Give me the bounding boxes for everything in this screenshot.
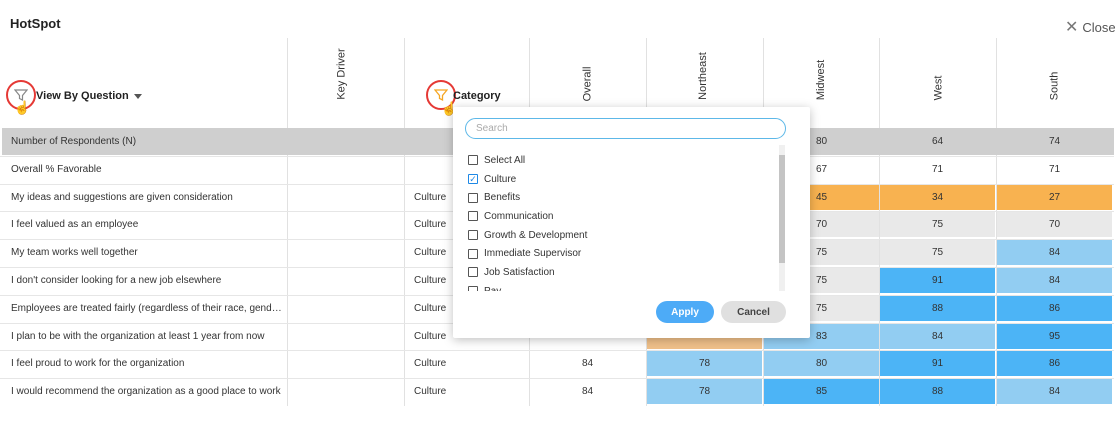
score-cell: 88 [880,379,995,405]
score-cell: 80 [764,351,879,377]
question-cell: Employees are treated fairly (regardless… [11,302,283,314]
option-label: Immediate Supervisor [484,248,582,260]
category-cell: Culture [414,191,447,203]
checkbox[interactable] [468,192,478,203]
close-button[interactable]: ✕ Close [1065,19,1116,36]
column-header-west[interactable]: West [932,76,944,101]
score-cell: 84 [997,379,1112,405]
category-cell: Culture [414,330,447,342]
score-cell: 84 [581,386,594,398]
table-row: I would recommend the organization as a … [2,378,1114,405]
score-cell: 95 [997,323,1112,349]
score-cell: 84 [581,358,594,370]
column-header-midwest[interactable]: Midwest [815,60,827,100]
question-cell: I plan to be with the organization at le… [11,330,265,342]
score-cell: 34 [880,184,995,210]
key-driver-header: Key Driver [335,48,348,100]
score-cell: 85 [764,379,879,405]
score-cell: 70 [997,212,1112,238]
score-cell: 91 [880,351,995,377]
question-cell: Number of Respondents (N) [11,136,137,147]
category-option[interactable]: Pay [468,282,788,291]
category-cell: Culture [414,275,447,286]
cancel-button[interactable]: Cancel [721,301,786,323]
category-option[interactable]: Select All [468,151,788,170]
option-label: Select All [484,154,526,166]
category-option[interactable]: Communication [468,207,788,226]
score-cell: 84 [880,323,995,349]
view-by-question-dropdown[interactable]: View By Question [36,90,142,102]
close-label: Close [1082,20,1116,35]
option-label: Job Satisfaction [484,266,555,278]
score-cell: 71 [1048,163,1061,175]
apply-button[interactable]: Apply [656,301,714,323]
question-cell: My team works well together [11,247,138,259]
checkbox[interactable] [468,230,478,241]
option-label: Growth & Development [484,229,588,241]
question-cell: I don't consider looking for a new job e… [11,275,222,286]
table-row: I feel proud to work for the organizatio… [2,350,1114,377]
category-cell: Culture [414,358,447,370]
score-cell: 27 [997,184,1112,210]
close-icon: ✕ [1065,19,1079,36]
question-cell: I feel proud to work for the organizatio… [11,358,185,370]
option-label: Benefits [484,192,521,204]
score-cell: 91 [880,268,995,293]
column-header-south[interactable]: South [1048,72,1060,101]
category-option[interactable]: Immediate Supervisor [468,244,788,263]
category-option[interactable]: ✓ Culture [468,170,788,189]
score-cell: 84 [997,268,1112,293]
row-divider [0,350,1114,352]
row-divider [0,378,1114,380]
category-option[interactable]: Job Satisfaction [468,263,788,282]
checkbox[interactable]: ✓ [468,173,478,185]
checkbox[interactable] [468,155,478,166]
option-label: Communication [484,210,554,222]
score-cell: 64 [931,136,944,147]
scrollbar[interactable] [779,145,785,291]
question-cell: I would recommend the organization as a … [11,386,281,398]
category-header: Category [453,90,501,102]
scrollbar-thumb[interactable] [779,155,785,263]
category-cell: Culture [414,219,447,231]
score-cell: 86 [997,295,1112,321]
score-cell: 75 [880,212,995,238]
score-cell: 88 [880,295,995,321]
search-input[interactable] [465,118,786,139]
checkbox[interactable] [468,267,478,278]
score-cell: 78 [647,379,762,405]
score-cell: 86 [997,351,1112,377]
score-cell: 78 [647,351,762,377]
question-cell: My ideas and suggestions are given consi… [11,191,233,203]
question-cell: Overall % Favorable [11,163,102,175]
page-title: HotSpot [10,16,61,31]
checkbox[interactable] [468,248,478,259]
category-filter-dropdown: Select All ✓ Culture Benefits Communication G… [453,107,810,338]
option-label: Culture [484,173,517,185]
score-cell: 75 [880,240,995,266]
category-cell: Culture [414,302,447,314]
column-header-overall[interactable]: Overall [581,67,593,102]
category-option[interactable]: Growth & Development [468,226,788,245]
column-header-northeast[interactable]: Northeast [697,52,709,100]
score-cell: 74 [1048,136,1061,147]
checkbox[interactable] [468,286,478,291]
option-label: Pay [484,286,501,291]
check-icon: ✓ [469,173,477,184]
score-cell: 84 [997,240,1112,266]
category-cell: Culture [414,386,447,398]
category-cell: Culture [414,247,447,259]
category-option-list: Select All ✓ Culture Benefits Communication G… [468,151,788,291]
caret-down-icon [133,93,142,99]
checkbox[interactable] [468,211,478,222]
hand-pointer-icon: ☝ [14,100,31,115]
view-by-label: View By Question [36,90,129,102]
filter-icon [434,89,448,102]
score-cell: 71 [931,163,944,175]
question-cell: I feel valued as an employee [11,219,139,231]
category-option[interactable]: Benefits [468,188,788,207]
